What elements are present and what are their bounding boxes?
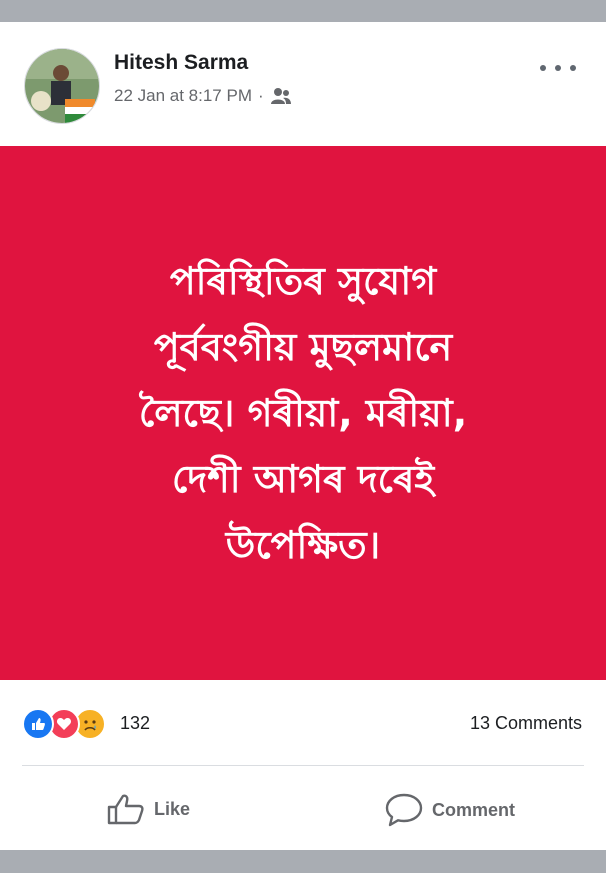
- post-card: Hitesh Sarma 22 Jan at 8:17 PM · পৰিস্থি…: [0, 22, 606, 850]
- comments-count[interactable]: 13 Comments: [470, 713, 582, 734]
- reactions-summary: 132 13 Comments: [0, 680, 606, 766]
- post-text-line: উপেক্ষিত।: [225, 523, 381, 567]
- post-text-line: দেশী আগৰ দৰেই: [171, 457, 435, 501]
- post-content-box: পৰিস্থিতিৰ সুযোগ পূৰ্ববংগীয় মুছলমানে লৈ…: [0, 146, 606, 680]
- top-frame-bar: [0, 0, 606, 22]
- thumbs-up-icon: [107, 794, 144, 825]
- avatar-image-icon: [25, 49, 99, 123]
- post-timestamp[interactable]: 22 Jan at 8:17 PM: [114, 86, 252, 106]
- like-reaction-icon: [22, 708, 54, 740]
- bottom-frame-bar: [0, 850, 606, 873]
- meta-separator: ·: [257, 86, 264, 105]
- friends-icon: [270, 88, 291, 104]
- post-header: Hitesh Sarma 22 Jan at 8:17 PM ·: [0, 22, 606, 146]
- author-name[interactable]: Hitesh Sarma: [114, 51, 248, 75]
- post-actions: Like Comment: [0, 766, 606, 850]
- post-meta: 22 Jan at 8:17 PM ·: [114, 86, 292, 106]
- more-options-icon[interactable]: [540, 56, 576, 80]
- comment-bubble-icon: [385, 793, 423, 827]
- comment-button[interactable]: Comment: [384, 792, 515, 828]
- post-text-line: পূৰ্ববংগীয় মুছলমানে: [153, 325, 453, 369]
- like-button[interactable]: Like: [106, 792, 190, 826]
- post-text: পৰিস্থিতিৰ সুযোগ পূৰ্ববংগীয় মুছলমানে লৈ…: [83, 248, 523, 578]
- post-text-line: পৰিস্থিতিৰ সুযোগ: [169, 259, 437, 303]
- like-label: Like: [154, 798, 191, 819]
- reaction-count[interactable]: 132: [120, 713, 150, 734]
- comment-label: Comment: [432, 799, 516, 820]
- post-text-line: লৈছে। গৰীয়া, মৰীয়া,: [138, 391, 468, 435]
- reaction-icons[interactable]: [22, 708, 114, 740]
- avatar[interactable]: [24, 48, 100, 124]
